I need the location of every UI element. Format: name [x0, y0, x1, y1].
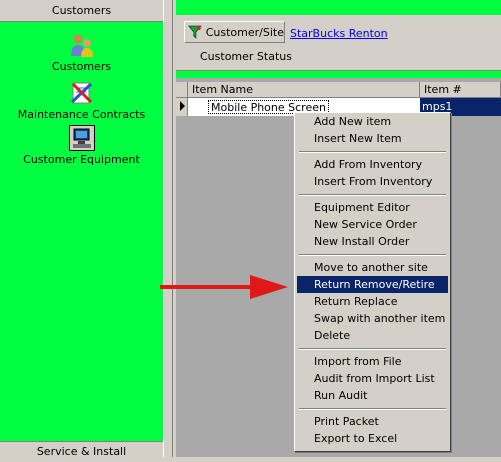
- menu-item-run-audit[interactable]: Run Audit: [297, 387, 448, 404]
- site-link[interactable]: StarBucks Renton: [290, 27, 388, 40]
- menu-item-swap-with-another-item[interactable]: Swap with another item: [297, 310, 448, 327]
- current-row-arrow-icon: [180, 101, 185, 111]
- column-header-item-number[interactable]: Item #: [420, 82, 501, 98]
- customer-site-label: Customer/Site: [205, 25, 284, 39]
- menu-item-insert-from-inventory[interactable]: Insert From Inventory: [297, 173, 448, 190]
- menu-item-return-remove-retire[interactable]: Return Remove/Retire: [297, 276, 448, 293]
- nav-item-maintenance-contracts[interactable]: Maintenance Contracts: [0, 80, 163, 121]
- menu-item-import-from-file[interactable]: Import from File: [297, 353, 448, 370]
- menu-separator: [299, 151, 446, 153]
- panel-splitter[interactable]: [163, 0, 173, 457]
- menu-item-new-service-order[interactable]: New Service Order: [297, 216, 448, 233]
- nav-header[interactable]: Customers: [0, 0, 163, 22]
- menu-item-return-replace[interactable]: Return Replace: [297, 293, 448, 310]
- nav-item-customer-equipment[interactable]: Customer Equipment: [0, 125, 163, 166]
- nav-label-customers: Customers: [51, 60, 112, 73]
- menu-item-move-to-another-site[interactable]: Move to another site: [297, 259, 448, 276]
- top-green-strip: [176, 0, 501, 15]
- menu-item-print-packet[interactable]: Print Packet: [297, 413, 448, 430]
- menu-separator: [299, 348, 446, 350]
- customer-site-button[interactable]: Customer/Site: [184, 21, 285, 43]
- menu-item-export-to-excel[interactable]: Export to Excel: [297, 430, 448, 447]
- menu-item-audit-from-import-list[interactable]: Audit from Import List: [297, 370, 448, 387]
- contract-tools-icon: [70, 82, 92, 104]
- users-icon: [70, 34, 93, 57]
- computer-equipment-icon: [68, 125, 95, 151]
- menu-separator: [299, 254, 446, 256]
- nav-footer-service-install[interactable]: Service & Install: [0, 441, 163, 458]
- menu-item-add-new-item[interactable]: Add New item: [297, 113, 448, 130]
- menu-item-equipment-editor[interactable]: Equipment Editor: [297, 199, 448, 216]
- menu-separator: [299, 408, 446, 410]
- nav-label-customer-equipment: Customer Equipment: [23, 153, 140, 166]
- nav-label-maintenance-contracts: Maintenance Contracts: [17, 108, 146, 121]
- menu-item-insert-new-item[interactable]: Insert New Item: [297, 130, 448, 147]
- grid-top-bar: [176, 70, 501, 78]
- red-arrow-icon: [160, 275, 288, 299]
- column-header-item-name[interactable]: Item Name: [188, 82, 420, 98]
- menu-item-add-from-inventory[interactable]: Add From Inventory: [297, 156, 448, 173]
- menu-separator: [299, 194, 446, 196]
- menu-item-delete[interactable]: Delete: [297, 327, 448, 344]
- funnel-filter-icon: [188, 25, 202, 39]
- customer-status-label: Customer Status: [200, 50, 292, 63]
- menu-item-new-install-order[interactable]: New Install Order: [297, 233, 448, 250]
- grid-corner-cell: [176, 82, 188, 98]
- nav-item-customers[interactable]: Customers: [0, 32, 163, 73]
- context-menu: Add New item Insert New Item Add From In…: [294, 112, 451, 452]
